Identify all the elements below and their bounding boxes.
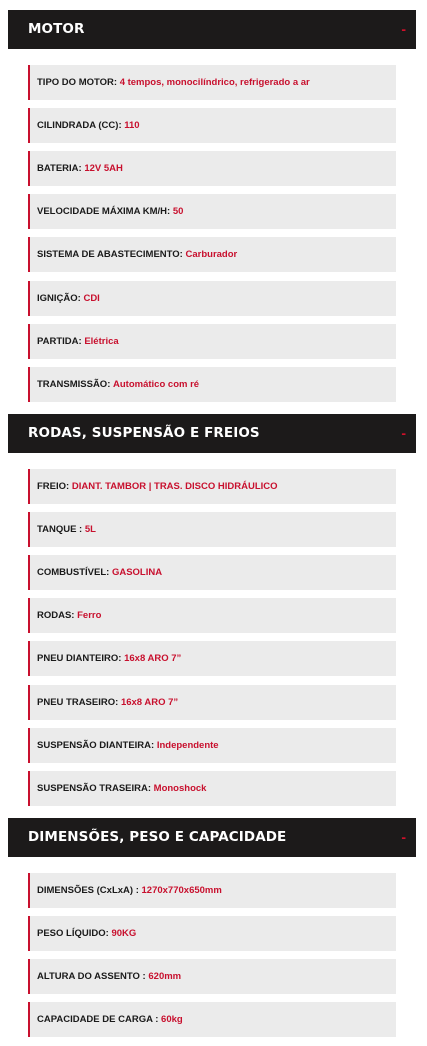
spec-label: PNEU DIANTEIRO: <box>37 653 122 664</box>
spec-row-tanque: TANQUE : 5L <box>28 512 396 547</box>
spec-row-tipo-do-motor: TIPO DO MOTOR: 4 tempos, monocilíndrico,… <box>28 65 396 100</box>
spec-row-freio: FREIO: DIANT. TAMBOR | TRAS. DISCO HIDRÁ… <box>28 469 396 504</box>
spec-label: CILINDRADA (CC): <box>37 120 122 131</box>
spec-row-dimensoes: DIMENSÕES (CxLxA) : 1270x770x650mm <box>28 873 396 908</box>
spec-row-sistema-de-abastecimento: SISTEMA DE ABASTECIMENTO: Carburador <box>28 237 396 272</box>
spec-label: PNEU TRASEIRO: <box>37 697 119 708</box>
spec-label: PESO LÍQUIDO: <box>37 928 109 939</box>
spec-row-velocidade-maxima: VELOCIDADE MÁXIMA KM/H: 50 <box>28 194 396 229</box>
section-title: RODAS, SUSPENSÃO E FREIOS <box>28 425 260 441</box>
spec-label: VELOCIDADE MÁXIMA KM/H: <box>37 206 171 217</box>
spec-label: TRANSMISSÃO: <box>37 379 111 390</box>
section-title: DIMENSÕES, PESO E CAPACIDADE <box>28 829 287 845</box>
spec-value: 4 tempos, monocilíndrico, refrigerado a … <box>119 77 310 88</box>
spec-label: ALTURA DO ASSENTO : <box>37 971 146 982</box>
spec-row-transmissao: TRANSMISSÃO: Automático com ré <box>28 367 396 402</box>
spec-row-pneu-dianteiro: PNEU DIANTEIRO: 16x8 ARO 7” <box>28 641 396 676</box>
section-header-rodas[interactable]: RODAS, SUSPENSÃO E FREIOS - <box>8 414 416 453</box>
spec-row-combustivel: COMBUSTÍVEL: GASOLINA <box>28 555 396 590</box>
spec-value: Carburador <box>185 249 238 260</box>
spec-value: GASOLINA <box>111 567 163 578</box>
spec-value: Independente <box>156 740 219 751</box>
section-header-dimensoes[interactable]: DIMENSÕES, PESO E CAPACIDADE - <box>8 818 416 857</box>
spec-row-partida: PARTIDA: Elétrica <box>28 324 396 359</box>
spec-value: 90KG <box>111 928 137 939</box>
spec-row-suspensao-dianteira: SUSPENSÃO DIANTEIRA: Independente <box>28 728 396 763</box>
spec-row-altura-do-assento: ALTURA DO ASSENTO : 620mm <box>28 959 396 994</box>
spec-value: 50 <box>172 206 184 217</box>
spec-label: CAPACIDADE DE CARGA : <box>37 1014 159 1025</box>
spec-label: COMBUSTÍVEL: <box>37 567 110 578</box>
spec-label: TIPO DO MOTOR: <box>37 77 118 88</box>
spec-row-capacidade-de-carga: CAPACIDADE DE CARGA : 60kg <box>28 1002 396 1037</box>
spec-label: BATERIA: <box>37 163 82 174</box>
spec-row-cilindrada: CILINDRADA (CC): 110 <box>28 108 396 143</box>
spec-value: 16x8 ARO 7” <box>120 697 179 708</box>
spec-value: 5L <box>84 524 96 535</box>
spec-value: DIANT. TAMBOR | TRAS. DISCO HIDRÁULICO <box>71 481 278 492</box>
spec-row-ignicao: IGNIÇÃO: CDI <box>28 281 396 316</box>
spec-row-pneu-traseiro: PNEU TRASEIRO: 16x8 ARO 7” <box>28 685 396 720</box>
spec-value: 16x8 ARO 7” <box>124 653 182 664</box>
spec-row-rodas: RODAS: Ferro <box>28 598 396 633</box>
spec-value: 60kg <box>161 1014 183 1025</box>
spec-value: 620mm <box>148 971 182 982</box>
spec-value: Automático com ré <box>113 379 200 390</box>
spec-label: RODAS: <box>37 610 75 621</box>
collapse-toggle-icon[interactable]: - <box>401 10 406 48</box>
spec-value: CDI <box>83 293 100 304</box>
spec-value: 12V 5AH <box>84 163 123 174</box>
spec-value: Elétrica <box>84 336 119 347</box>
spec-value: Ferro <box>77 610 102 621</box>
section-header-motor[interactable]: MOTOR - <box>8 10 416 49</box>
section-title: MOTOR <box>28 21 85 37</box>
spec-label: SUSPENSÃO TRASEIRA: <box>37 783 152 794</box>
spec-row-suspensao-traseira: SUSPENSÃO TRASEIRA: Monoshock <box>28 771 396 806</box>
spec-value: Monoshock <box>153 783 207 794</box>
collapse-toggle-icon[interactable]: - <box>401 818 406 856</box>
spec-label: DIMENSÕES (CxLxA) : <box>37 885 139 896</box>
spec-label: IGNIÇÃO: <box>37 293 81 304</box>
spec-value: 110 <box>124 120 140 131</box>
spec-label: TANQUE : <box>37 524 83 535</box>
spec-row-peso-liquido: PESO LÍQUIDO: 90KG <box>28 916 396 951</box>
spec-label: SISTEMA DE ABASTECIMENTO: <box>37 249 183 260</box>
spec-label: SUSPENSÃO DIANTEIRA: <box>37 740 155 751</box>
spec-label: PARTIDA: <box>37 336 82 347</box>
spec-label: FREIO: <box>37 481 70 492</box>
spec-row-bateria: BATERIA: 12V 5AH <box>28 151 396 186</box>
spec-value: 1270x770x650mm <box>141 885 222 896</box>
collapse-toggle-icon[interactable]: - <box>401 414 406 452</box>
